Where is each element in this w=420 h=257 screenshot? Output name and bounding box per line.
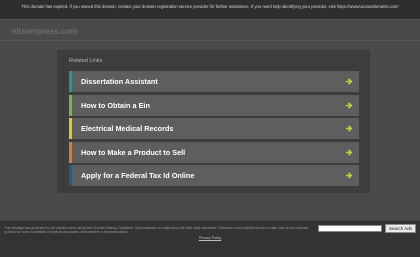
related-link-label: Apply for a Federal Tax Id Online xyxy=(81,171,195,181)
related-link-make-product[interactable]: How to Make a Product to Sell xyxy=(69,141,359,163)
related-link-label: Electrical Medical Records xyxy=(81,124,174,134)
arrow-right-icon xyxy=(346,125,353,132)
related-link-label: Dissertation Assistant xyxy=(81,77,158,86)
related-links-heading: Related Links xyxy=(69,58,103,64)
search-ads-button[interactable]: Search Ads xyxy=(385,224,416,233)
arrow-right-icon xyxy=(346,101,353,109)
related-link-federal-tax-id[interactable]: Apply for a Federal Tax Id Online xyxy=(69,165,359,187)
related-link-obtain-ein[interactable]: How to Obtain a Ein xyxy=(69,94,359,116)
related-link-label: How to Make a Product to Sell xyxy=(81,147,186,157)
arrow-right-icon xyxy=(346,149,353,156)
arrow-right-icon xyxy=(346,172,353,180)
expired-domain-notice: This domain has expired. If you owned th… xyxy=(0,0,420,20)
related-link-dissertation-assistant[interactable]: Dissertation Assistant xyxy=(69,71,359,92)
related-links-list: Dissertation Assistant How to Obtain a E… xyxy=(69,71,359,189)
site-title: eltsempress.com xyxy=(12,27,78,36)
header-divider xyxy=(0,40,420,41)
search-input[interactable] xyxy=(318,225,382,232)
arrow-right-icon xyxy=(346,78,353,85)
privacy-policy-link[interactable]: Privacy Policy xyxy=(0,236,420,240)
related-link-electrical-medical-records[interactable]: Electrical Medical Records xyxy=(69,118,359,140)
related-link-label: How to Obtain a Ein xyxy=(81,100,150,110)
footer-disclaimer: This webpage was generated by the domain… xyxy=(4,226,309,234)
notice-text: This domain has expired. If you owned th… xyxy=(21,4,399,9)
